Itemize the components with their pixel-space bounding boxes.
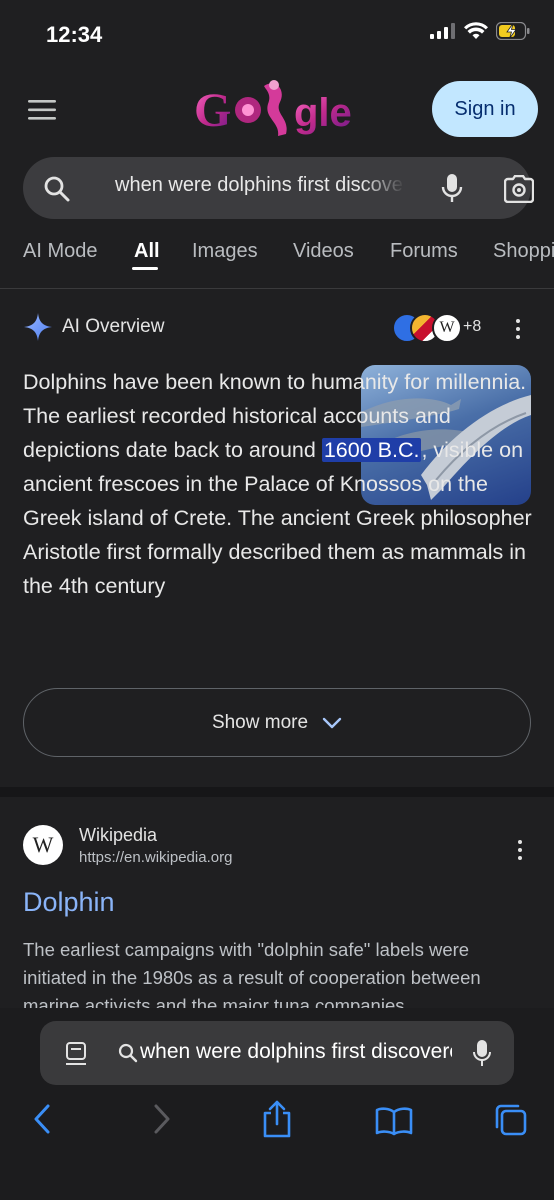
- menu-button[interactable]: [28, 98, 58, 122]
- ai-overview-more-options-icon[interactable]: [515, 319, 521, 341]
- sign-in-label: Sign in: [454, 97, 516, 120]
- wikipedia-favicon[interactable]: W: [23, 825, 63, 865]
- tabs-icon[interactable]: [494, 1103, 528, 1137]
- tab-shopping[interactable]: Shopping: [493, 240, 554, 263]
- forward-icon[interactable]: [152, 1103, 172, 1135]
- tab-all[interactable]: All: [134, 240, 160, 263]
- show-more-label: Show more: [211, 711, 309, 733]
- result-url[interactable]: https://en.wikipedia.org: [79, 849, 232, 866]
- chevron-down-icon: [322, 717, 342, 728]
- show-more-button[interactable]: Show more: [23, 688, 531, 757]
- signal-icon: [430, 23, 455, 39]
- tab-forums[interactable]: Forums: [390, 240, 458, 263]
- status-icons: [430, 22, 530, 40]
- bookmarks-icon[interactable]: [375, 1106, 413, 1136]
- clock: 12:34: [46, 22, 103, 47]
- source-favicons[interactable]: W: [392, 313, 462, 343]
- back-icon[interactable]: [32, 1103, 52, 1135]
- active-tab-indicator: [132, 267, 158, 270]
- microphone-icon[interactable]: [472, 1039, 492, 1067]
- ai-text-part-2: , visible on ancient frescoes in the Pal…: [23, 438, 532, 598]
- search-icon: [44, 176, 70, 202]
- google-doodle-logo[interactable]: G gle: [194, 76, 362, 142]
- address-text[interactable]: when were dolphins first discovered: [140, 1040, 452, 1064]
- hamburger-icon: [28, 100, 56, 120]
- google-lens-icon[interactable]: [504, 175, 534, 203]
- search-bar[interactable]: when were dolphins first discovered: [23, 157, 534, 219]
- tab-images[interactable]: Images: [192, 240, 258, 263]
- search-tabs: AI Mode All Images Videos Forums Shoppin…: [23, 240, 554, 280]
- gemini-sparkle-icon: [24, 313, 52, 341]
- source-favicon-wikipedia: W: [432, 313, 462, 343]
- ai-overview-title: AI Overview: [62, 316, 165, 337]
- battery-charging-icon: [496, 22, 530, 40]
- svg-text:gle: gle: [294, 91, 352, 135]
- result-title-link[interactable]: Dolphin: [23, 887, 115, 918]
- more-sources-count[interactable]: +8: [463, 318, 481, 336]
- ai-overview-text: Dolphins have been known to humanity for…: [23, 365, 533, 603]
- status-bar: 12:34: [0, 0, 554, 70]
- ai-text-fade: [0, 600, 554, 680]
- doodle-art: G gle: [194, 80, 352, 137]
- tab-videos[interactable]: Videos: [293, 240, 354, 263]
- wifi-icon: [464, 22, 488, 39]
- safari-address-bar[interactable]: when were dolphins first discovered: [40, 1021, 514, 1085]
- highlighted-date[interactable]: 1600 B.C.: [321, 438, 422, 462]
- sign-in-button[interactable]: Sign in: [432, 81, 538, 137]
- result-more-options-icon[interactable]: [517, 840, 523, 862]
- page-menu-icon[interactable]: [64, 1041, 88, 1067]
- result-site-name[interactable]: Wikipedia: [79, 825, 157, 846]
- logo-text-svg: G: [194, 84, 231, 137]
- tab-ai-mode[interactable]: AI Mode: [23, 240, 97, 263]
- section-separator: [0, 787, 554, 797]
- search-input[interactable]: when were dolphins first discovered: [115, 174, 405, 197]
- search-icon: [118, 1043, 138, 1063]
- voice-search-icon[interactable]: [440, 173, 464, 203]
- share-icon[interactable]: [261, 1100, 293, 1138]
